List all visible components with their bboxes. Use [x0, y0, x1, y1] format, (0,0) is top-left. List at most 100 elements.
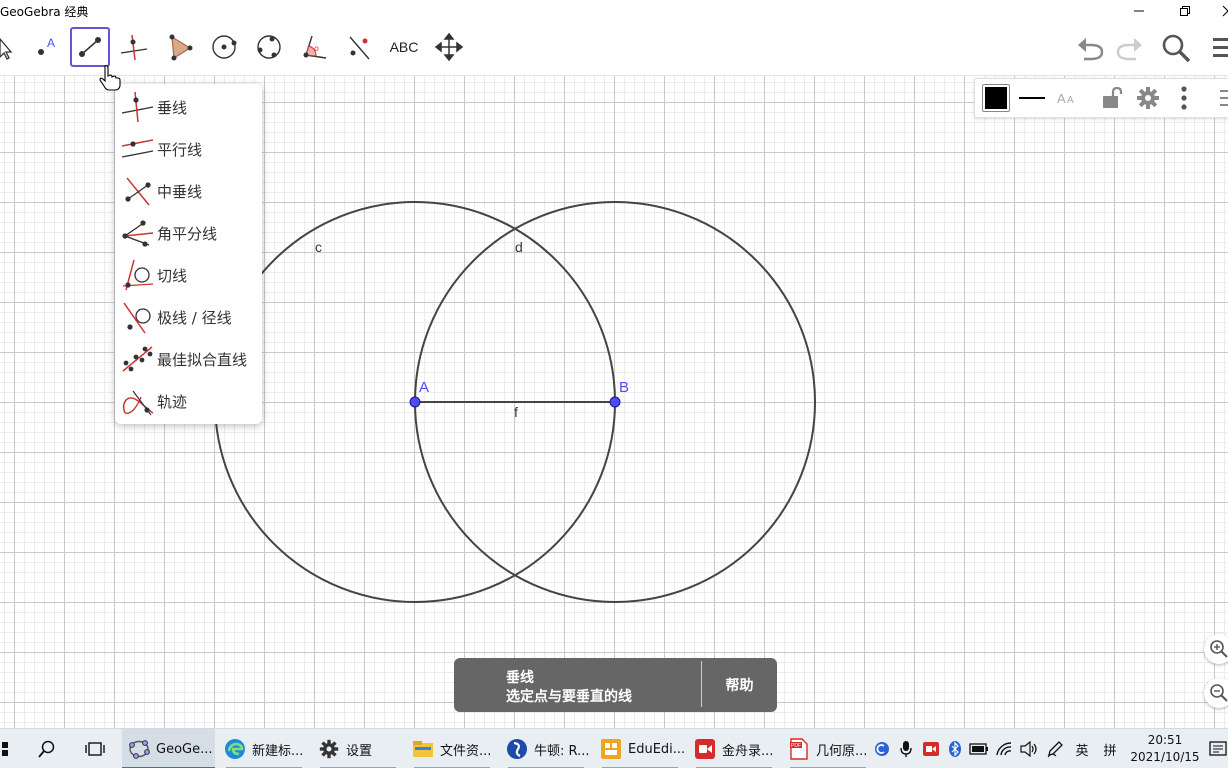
volume-button[interactable] [1018, 729, 1040, 768]
svg-text:A: A [1067, 95, 1074, 106]
notification-center-button[interactable] [1208, 729, 1228, 768]
parallel-line-icon [117, 129, 157, 169]
search-button[interactable] [1158, 30, 1194, 66]
menu-item-label: 切线 [157, 266, 188, 285]
menu-item-label: 轨迹 [157, 392, 188, 411]
polygon-tool[interactable] [159, 27, 199, 67]
taskbar-app-settings[interactable]: 设置 [312, 729, 404, 768]
taskbar-app-geogebra[interactable]: GeoGe... [122, 729, 215, 768]
wifi-icon [996, 742, 1012, 756]
line-tool[interactable] [70, 27, 110, 67]
line-style-button[interactable] [1016, 82, 1048, 114]
zoom-in-button[interactable] [1204, 634, 1228, 664]
reflect-tool[interactable] [339, 27, 379, 67]
taskbar-app-pdf[interactable]: PDF 几何原... [782, 729, 874, 768]
undo-icon [1078, 38, 1104, 61]
toolbar: A o ABC [0, 22, 1228, 76]
label-circle-c[interactable]: c [315, 239, 322, 255]
polygon-icon [169, 34, 193, 61]
taskbar-clock[interactable]: 20:51 2021/10/15 [1128, 732, 1202, 766]
taskbar: GeoGe... 新建标... 设置 文件资... 牛顿: R... EduEd… [0, 728, 1228, 768]
point-b[interactable] [609, 396, 621, 408]
menu-item-best-fit-line[interactable]: 最佳拟合直线 [115, 338, 262, 380]
cursor-arrow-icon [0, 37, 13, 60]
ime-mode-button[interactable]: 拼 [1098, 729, 1122, 768]
label-point-a[interactable]: A [419, 379, 429, 396]
bluetooth-button[interactable] [945, 729, 965, 768]
polar-line-icon [117, 297, 157, 337]
redo-button[interactable] [1111, 30, 1147, 66]
move-tool[interactable] [0, 27, 18, 67]
circle-tool[interactable] [204, 27, 244, 67]
tool-tooltip: 垂线 选定点与要垂直的线 帮助 [454, 658, 777, 712]
tooltip-tool-name: 垂线 [506, 670, 534, 686]
color-button[interactable] [980, 82, 1012, 114]
label-style-button[interactable]: AA [1052, 82, 1084, 114]
taskbar-search-button[interactable] [32, 729, 62, 768]
label-style-icon: AA [1057, 91, 1074, 106]
battery-button[interactable] [968, 729, 990, 768]
edge-icon [224, 738, 246, 760]
menu-item-parallel-line[interactable]: 平行线 [115, 128, 262, 170]
text-tool[interactable]: ABC [384, 27, 424, 67]
help-button[interactable]: 帮助 [702, 658, 777, 712]
tray-recorder-button[interactable] [920, 729, 942, 768]
taskbar-app-file-explorer[interactable]: 文件资... [406, 729, 498, 768]
close-button[interactable] [1205, 0, 1228, 22]
label-point-b[interactable]: B [619, 379, 629, 396]
undo-button[interactable] [1073, 30, 1109, 66]
main-menu-button[interactable] [1204, 30, 1228, 66]
menu-item-polar-line[interactable]: 极线 / 径线 [115, 296, 262, 338]
minimize-button[interactable] [1116, 0, 1162, 22]
more-options-button[interactable] [1168, 82, 1200, 114]
toggle-style-bar-button[interactable] [1204, 82, 1228, 114]
speaker-icon [1020, 741, 1037, 757]
menu-item-tangent[interactable]: 切线 [115, 254, 262, 296]
windows-logo-icon [2, 742, 8, 756]
network-button[interactable] [993, 729, 1015, 768]
taskbar-app-recorder[interactable]: 金舟录... [688, 729, 780, 768]
microphone-button[interactable] [896, 729, 916, 768]
taskbar-app-label: 几何原... [816, 743, 868, 759]
start-button[interactable] [0, 729, 14, 768]
clock-date: 2021/10/15 [1130, 750, 1200, 764]
menu-item-angle-bisector[interactable]: 角平分线 [115, 212, 262, 254]
menu-item-label: 最佳拟合直线 [157, 350, 248, 369]
clock-time: 20:51 [1147, 733, 1183, 747]
point-a[interactable] [409, 396, 421, 408]
angle-tool[interactable]: o [294, 27, 334, 67]
taskbar-app-eduedit[interactable]: EduEdi... [594, 729, 686, 768]
taskbar-app-newton[interactable]: 牛顿: R... [500, 729, 592, 768]
list-icon [1220, 90, 1228, 106]
file-explorer-icon [412, 738, 434, 760]
menu-item-perpendicular-line[interactable]: 垂线 [115, 86, 262, 128]
label-segment-f[interactable]: f [514, 404, 518, 420]
ime-language-button[interactable]: 英 [1070, 729, 1094, 768]
pen-button[interactable] [1044, 729, 1066, 768]
point-tool[interactable]: A [26, 27, 66, 67]
taskbar-app-label: GeoGe... [156, 741, 213, 757]
taskbar-app-label: 文件资... [440, 743, 492, 759]
fix-object-button[interactable] [1096, 82, 1128, 114]
gear-icon [1137, 87, 1159, 109]
menu-item-label: 中垂线 [157, 182, 203, 201]
menu-item-perpendicular-bisector[interactable]: 中垂线 [115, 170, 262, 212]
svg-text:PDF: PDF [791, 743, 801, 749]
taskbar-app-edge[interactable]: 新建标... [218, 729, 310, 768]
circle-three-points-icon [257, 35, 281, 59]
settings-button[interactable] [1132, 82, 1164, 114]
tray-app-icon[interactable] [872, 729, 892, 768]
conic-tool[interactable] [249, 27, 289, 67]
menu-item-locus[interactable]: 轨迹 [115, 380, 262, 422]
task-view-button[interactable] [80, 729, 110, 768]
zoom-out-button[interactable] [1204, 678, 1228, 708]
svg-text:A: A [1057, 91, 1066, 106]
label-circle-d[interactable]: d [515, 239, 523, 255]
perpendicular-tool[interactable] [114, 27, 154, 67]
svg-text:o: o [314, 44, 319, 53]
restore-button[interactable] [1162, 0, 1208, 22]
angle-icon: o [303, 35, 327, 59]
title-bar: GeoGebra 经典 [0, 0, 1228, 22]
tooltip-hint: 选定点与要垂直的线 [506, 689, 632, 705]
move-view-tool[interactable] [429, 27, 469, 67]
